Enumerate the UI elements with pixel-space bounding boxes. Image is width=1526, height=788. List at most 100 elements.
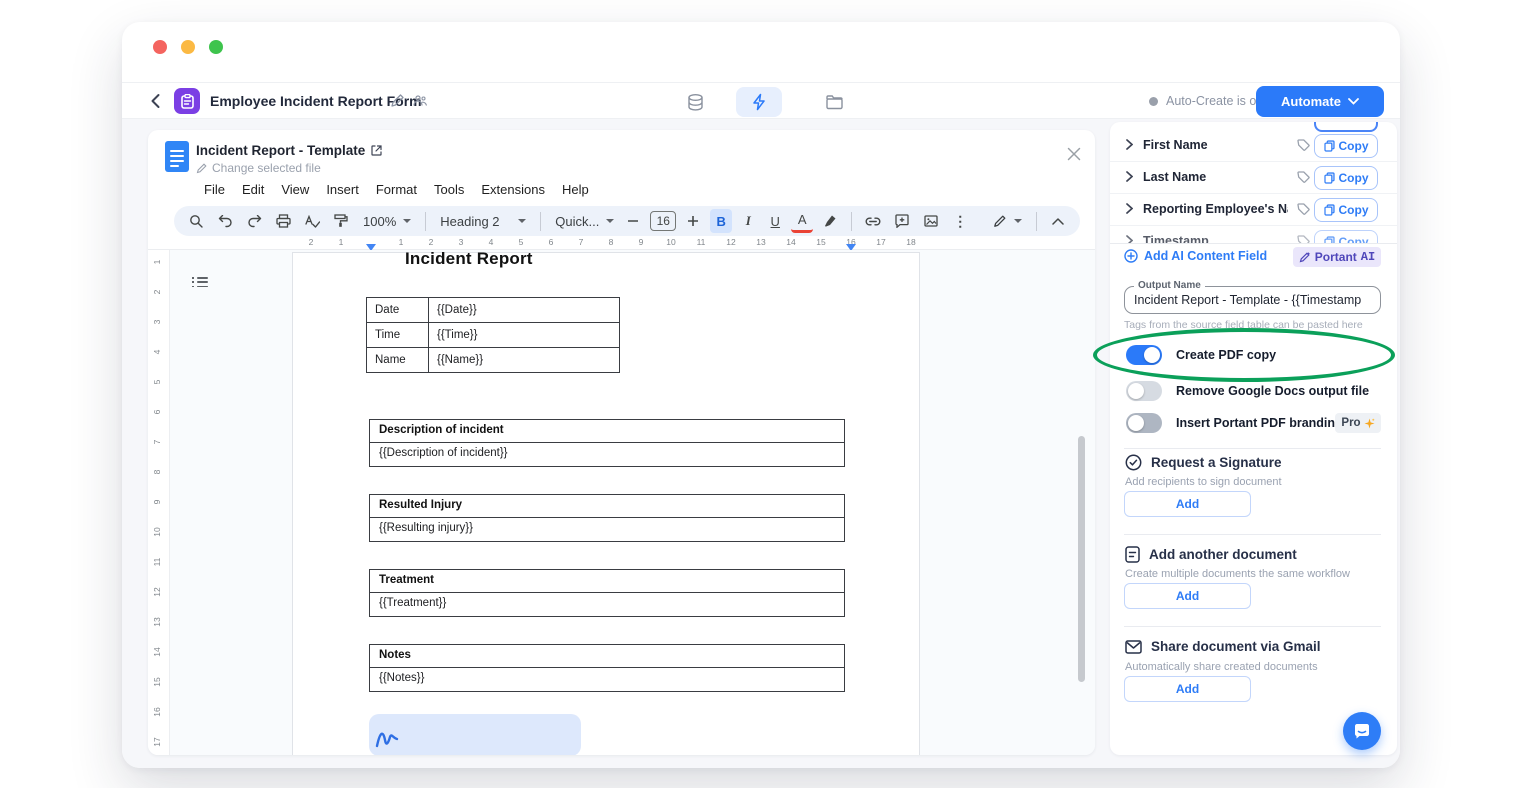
field-row-clipped[interactable]: Timestamp Copy [1110, 226, 1397, 243]
close-window-button[interactable] [153, 40, 167, 54]
auto-create-status-dot [1149, 97, 1158, 106]
source-data-tab[interactable] [672, 87, 718, 117]
horizontal-ruler: 21123456789101112131415161718 [148, 236, 1095, 250]
rename-pencil-icon[interactable] [390, 93, 405, 108]
chat-widget-button[interactable] [1343, 712, 1381, 750]
menu-edit[interactable]: Edit [242, 182, 264, 197]
pencil-icon [196, 163, 207, 174]
section-title: Resulted Injury [369, 494, 845, 518]
tag-icon[interactable] [1296, 202, 1311, 217]
tag-icon [1296, 234, 1311, 243]
redo-icon[interactable] [242, 209, 266, 233]
toolbar-divider [1036, 212, 1037, 231]
outputs-folder-tab[interactable] [812, 87, 858, 117]
copy-button[interactable]: Copy [1314, 198, 1378, 222]
copy-label: Copy [1339, 203, 1369, 217]
decrease-font-icon[interactable] [621, 209, 645, 233]
chevron-right-icon [1126, 235, 1133, 243]
chevron-right-icon[interactable] [1126, 171, 1133, 182]
tag-icon[interactable] [1296, 170, 1311, 185]
add-comment-icon[interactable] [890, 209, 914, 233]
document-outline-icon[interactable] [192, 277, 208, 290]
menu-insert[interactable]: Insert [326, 182, 359, 197]
font-size-input[interactable]: 16 [650, 211, 676, 231]
more-options-icon[interactable]: ⋮ [948, 209, 972, 233]
close-icon[interactable] [1066, 146, 1086, 166]
toolbar-divider [540, 212, 541, 231]
menu-help[interactable]: Help [562, 182, 589, 197]
field-row-partial[interactable]: Timestamp Copy [1110, 226, 1397, 243]
editing-mode-select[interactable] [988, 214, 1027, 228]
minimize-window-button[interactable] [181, 40, 195, 54]
envelope-icon [1125, 640, 1142, 654]
menu-view[interactable]: View [281, 182, 309, 197]
bold-button[interactable]: B [710, 209, 732, 233]
field-row-reporting-employee[interactable]: Reporting Employee's Na... Copy [1110, 194, 1397, 226]
add-gmail-share-button[interactable]: Add [1124, 676, 1251, 702]
field-row-first-name[interactable]: First Name Copy [1110, 130, 1397, 162]
insert-link-icon[interactable] [861, 209, 885, 233]
add-signature-button[interactable]: Add [1124, 491, 1251, 517]
back-button[interactable] [146, 91, 166, 111]
change-selected-file-link[interactable]: Change selected file [196, 161, 321, 175]
paint-format-icon[interactable] [329, 209, 353, 233]
chevron-down-icon [403, 219, 411, 223]
print-icon[interactable] [271, 209, 295, 233]
menu-tools[interactable]: Tools [434, 182, 464, 197]
copy-label: Copy [1339, 139, 1369, 153]
insert-image-icon[interactable] [919, 209, 943, 233]
field-row-last-name[interactable]: Last Name Copy [1110, 162, 1397, 194]
chevron-right-icon[interactable] [1126, 203, 1133, 214]
hide-menus-icon[interactable] [1046, 209, 1070, 233]
output-name-value[interactable]: Incident Report - Template - {{Timestamp [1134, 293, 1378, 307]
highlight-color-icon[interactable] [818, 209, 842, 233]
copy-button[interactable]: Copy [1314, 134, 1378, 158]
remove-gdocs-toggle[interactable] [1126, 381, 1162, 401]
doc-section-injury: Resulted Injury {{Resulting injury}} [369, 494, 845, 542]
paragraph-style-select[interactable]: Heading 2 [435, 214, 531, 229]
automate-button[interactable]: Automate [1256, 86, 1384, 117]
selected-file-title[interactable]: Incident Report - Template [196, 143, 382, 158]
search-icon[interactable] [184, 209, 208, 233]
team-members-icon[interactable] [412, 93, 429, 108]
meta-value: {{Name}} [429, 348, 620, 373]
chevron-right-icon[interactable] [1126, 139, 1133, 150]
change-file-label: Change selected file [212, 161, 321, 175]
text-color-button[interactable]: A [791, 209, 813, 233]
italic-button[interactable]: I [737, 209, 759, 233]
check-circle-icon [1125, 454, 1142, 471]
undo-icon[interactable] [213, 209, 237, 233]
docs-toolbar: 100% Heading 2 Quick... 16 B I U A ⋮ [174, 206, 1080, 236]
copy-icon [1324, 140, 1335, 152]
spellcheck-icon[interactable] [300, 209, 324, 233]
output-name-field[interactable]: Output Name Incident Report - Template -… [1124, 286, 1381, 314]
docs-menu-bar: File Edit View Insert Format Tools Exten… [204, 182, 589, 197]
workflow-tab-active[interactable] [736, 87, 782, 117]
portant-ai-badge[interactable]: Portant AI [1293, 247, 1381, 267]
automate-label: Automate [1281, 94, 1341, 109]
menu-format[interactable]: Format [376, 182, 417, 197]
increase-font-icon[interactable] [681, 209, 705, 233]
menu-file[interactable]: File [204, 182, 225, 197]
output-name-helper: Tags from the source field table can be … [1124, 319, 1363, 331]
copy-icon [1324, 204, 1335, 216]
signature-placeholder [369, 714, 581, 755]
toggle-knob [1128, 383, 1144, 399]
insert-branding-toggle[interactable] [1126, 413, 1162, 433]
font-select[interactable]: Quick... [550, 214, 616, 229]
zoom-window-button[interactable] [209, 40, 223, 54]
create-pdf-toggle[interactable] [1126, 345, 1162, 365]
field-label: Timestamp [1143, 234, 1209, 243]
underline-button[interactable]: U [764, 209, 786, 233]
toolbar-divider [425, 212, 426, 231]
vertical-ruler-numbers: 1234567891011121314151617 [148, 247, 166, 755]
add-document-button[interactable]: Add [1124, 583, 1251, 609]
menu-extensions[interactable]: Extensions [481, 182, 545, 197]
docs-scrollbar[interactable] [1078, 436, 1085, 682]
tag-icon[interactable] [1296, 138, 1311, 153]
workflow-clipboard-icon [174, 88, 200, 114]
copy-button[interactable]: Copy [1314, 166, 1378, 190]
zoom-select[interactable]: 100% [358, 214, 416, 229]
copy-button[interactable]: Copy [1314, 230, 1378, 243]
add-ai-content-field-button[interactable]: Add AI Content Field [1124, 249, 1267, 263]
